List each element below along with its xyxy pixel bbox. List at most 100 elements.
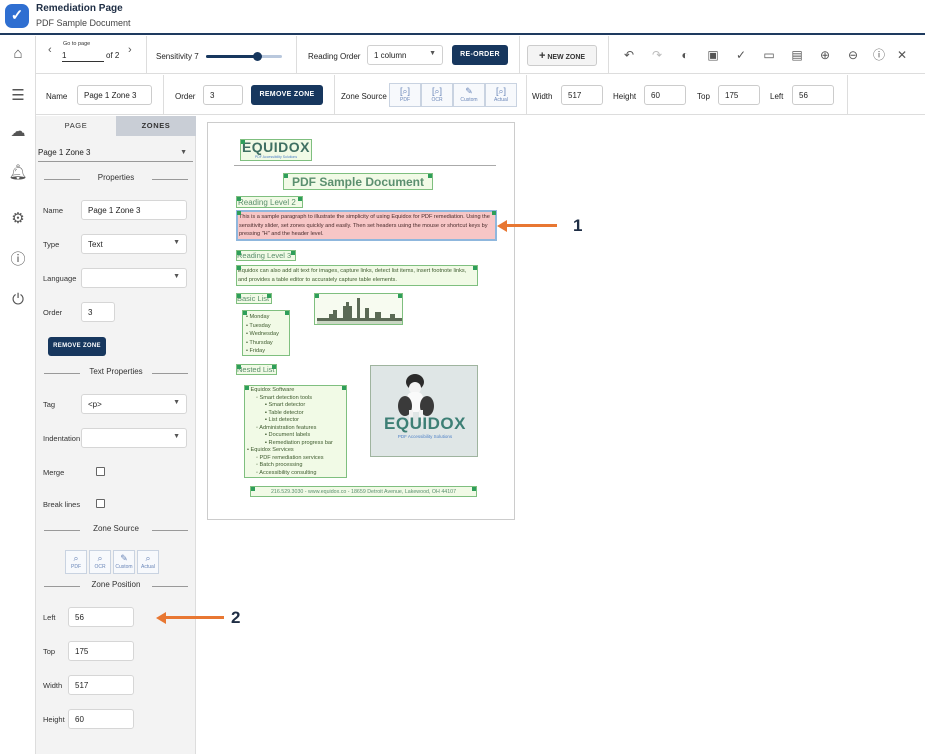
zoom-in-icon[interactable]: ⊕ — [817, 47, 833, 63]
scan-icon: ⌕ — [73, 553, 79, 563]
gear-icon[interactable]: ⚙ — [8, 209, 28, 229]
basic-list-item: • Wednesday — [246, 331, 279, 337]
zone-nested-list[interactable]: • Equidox Software ◦ Smart detection tool… — [244, 385, 347, 478]
zone-name-input[interactable]: Page 1 Zone 3 — [77, 85, 152, 105]
list-icon[interactable]: ☰ — [8, 86, 28, 106]
check-icon[interactable]: ✓ — [733, 47, 749, 63]
tag-label: Tag — [43, 400, 56, 409]
zone-skyline-image[interactable] — [314, 293, 403, 325]
zone-name-label: Name — [46, 92, 68, 101]
width-label: Width — [532, 92, 553, 101]
position-left-input[interactable]: 56 — [68, 607, 134, 627]
slider-thumb[interactable] — [252, 52, 262, 61]
zone-paragraph-2[interactable]: Equidox can also add alt text for images… — [236, 265, 478, 286]
preview-monitor-icon[interactable]: ▤ — [789, 47, 805, 63]
width-input[interactable]: 517 — [561, 85, 603, 105]
monitor-icon[interactable]: ▭ — [761, 47, 777, 63]
doc-paragraph-1: This is a sample paragraph to illustrate… — [239, 214, 490, 237]
zone-basic-list[interactable]: • Monday • Tuesday • Wednesday • Thursday • … — [242, 310, 290, 356]
position-height-input[interactable]: 60 — [68, 709, 134, 729]
panel-source-actual-button[interactable]: ⌕ Actual — [137, 550, 159, 574]
nested-list-item: ◦ PDF remediation services — [256, 454, 324, 461]
type-select[interactable]: Text ▼ — [81, 234, 187, 254]
zone-footer[interactable]: 216.529.3030 - www.equidox.co - 18659 De… — [250, 486, 477, 497]
indentation-select[interactable]: ▼ — [81, 428, 187, 448]
chevron-down-icon: ▼ — [180, 149, 187, 156]
merge-checkbox[interactable] — [96, 467, 105, 476]
left-rail: ⌂ ☰ ☁ 🔔︎ ⚙ ⓘ ⏻ — [0, 36, 36, 754]
position-width-label: Width — [43, 681, 63, 690]
zone-logo[interactable]: EQUIDOX PDF Accessibility Solutions — [240, 139, 312, 161]
source-actual-button[interactable]: [⌕] Actual — [485, 83, 517, 107]
nested-list-item: ▪ Smart detector — [265, 402, 306, 408]
chevron-down-icon: ▼ — [173, 239, 180, 246]
close-icon[interactable]: ✕ — [894, 47, 910, 63]
tab-page[interactable]: PAGE — [36, 116, 116, 136]
zone-heading-3[interactable]: Reading Level 3 — [236, 250, 296, 261]
panel-remove-zone-button[interactable]: REMOVE ZONE — [48, 337, 106, 356]
reading-order-select[interactable]: 1 column ▼ — [367, 45, 443, 65]
zone-select[interactable]: Page 1 Zone 3 ▼ — [38, 144, 193, 162]
position-width-input[interactable]: 517 — [68, 675, 134, 695]
left-input[interactable]: 56 — [792, 85, 834, 105]
nested-list-item: • Equidox Software — [247, 387, 295, 393]
break-lines-checkbox[interactable] — [96, 499, 105, 508]
zone-toolbar: Name Page 1 Zone 3 Order 3 REMOVE ZONE Z… — [36, 75, 925, 115]
reorder-button[interactable]: RE-ORDER — [452, 45, 508, 65]
position-left-label: Left — [43, 613, 56, 622]
source-pdf-button[interactable]: [⌕] PDF — [389, 83, 421, 107]
tag-select[interactable]: <p> ▼ — [81, 394, 187, 414]
home-icon[interactable]: ⌂ — [8, 44, 28, 64]
tab-zones[interactable]: ZONES — [116, 116, 196, 136]
panel-source-ocr-button[interactable]: ⌕ OCR — [89, 550, 111, 574]
source-ocr-button[interactable]: [⌕] OCR — [421, 83, 453, 107]
sensitivity-slider[interactable] — [206, 52, 282, 61]
new-zone-button[interactable]: + NEW ZONE — [527, 45, 597, 66]
zone-title[interactable]: PDF Sample Document — [283, 173, 433, 190]
redo-icon[interactable]: ↷ — [649, 47, 665, 63]
text-properties-heading: Text Properties — [44, 367, 188, 379]
zone-order-label: Order — [175, 92, 196, 101]
contrast-icon[interactable]: ◐ — [677, 47, 693, 63]
prev-page-icon[interactable]: ‹ — [48, 44, 52, 56]
zoom-out-icon[interactable]: ⊖ — [845, 47, 861, 63]
basic-list-item: • Monday — [246, 314, 270, 320]
next-page-icon[interactable]: › — [128, 44, 132, 56]
name-label: Name — [43, 206, 64, 215]
skyline-image — [317, 298, 402, 324]
dog-logo-image — [371, 366, 477, 456]
app-logo-icon: ✓ — [5, 4, 29, 28]
name-input[interactable]: Page 1 Zone 3 — [81, 200, 187, 220]
basic-list-item: • Thursday — [246, 339, 273, 346]
doc-paragraph-2: Equidox can also add alt text for images… — [238, 268, 467, 283]
go-to-page-label: Go to page — [63, 41, 91, 47]
zone-basic-list-heading[interactable]: Basic List — [236, 293, 272, 304]
edit-icon: ✎ — [465, 86, 473, 96]
power-icon[interactable]: ⏻ — [8, 290, 28, 310]
position-top-input[interactable]: 175 — [68, 641, 134, 661]
zone-order-input[interactable]: 3 — [203, 85, 243, 105]
help-icon[interactable]: ⓘ — [8, 250, 28, 270]
remove-zone-button[interactable]: REMOVE ZONE — [251, 85, 323, 105]
source-custom-button[interactable]: ✎ Custom — [453, 83, 485, 107]
zone-paragraph-selected[interactable]: This is a sample paragraph to illustrate… — [236, 210, 497, 241]
image-logo-text: EQUIDOX — [384, 414, 466, 433]
zone-dog-image[interactable]: EQUIDOX PDF Accessibility Solutions — [370, 365, 478, 457]
cloud-upload-icon[interactable]: ☁ — [8, 122, 28, 142]
scan-icon: [⌕] — [495, 86, 507, 96]
language-select[interactable]: ▼ — [81, 268, 187, 288]
bell-icon[interactable]: 🔔︎ — [8, 163, 28, 183]
zone-heading-2[interactable]: Reading Level 2 — [236, 196, 303, 208]
top-input[interactable]: 175 — [718, 85, 760, 105]
basic-list: • Monday • Tuesday • Wednesday • Thursday • … — [243, 311, 289, 356]
panel-source-pdf-button[interactable]: ⌕ PDF — [65, 550, 87, 574]
page-number-input[interactable]: 1 — [62, 51, 104, 62]
height-input[interactable]: 60 — [644, 85, 686, 105]
indentation-label: Indentation — [43, 434, 81, 443]
info-icon[interactable]: ⓘ — [871, 47, 887, 63]
order-input[interactable]: 3 — [81, 302, 115, 322]
panel-source-custom-button[interactable]: ✎ Custom — [113, 550, 135, 574]
zone-nested-list-heading[interactable]: Nested List — [236, 364, 277, 375]
save-icon[interactable]: ▣ — [705, 47, 721, 63]
undo-icon[interactable]: ↶ — [621, 47, 637, 63]
